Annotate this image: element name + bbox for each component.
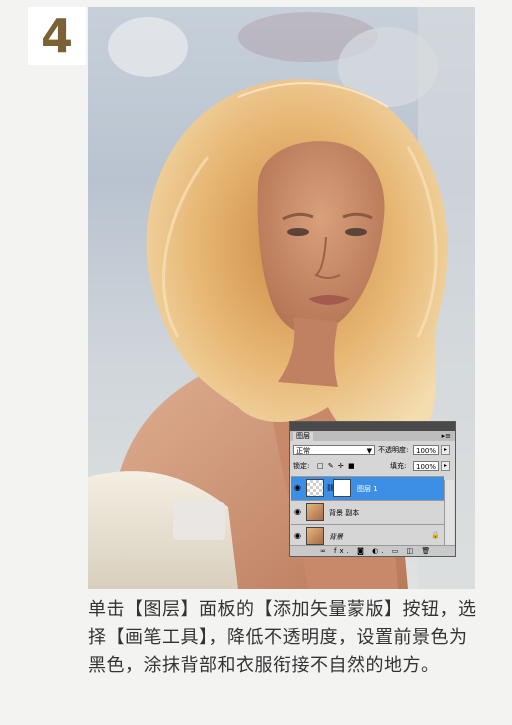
lock-icon: 🔒	[431, 531, 440, 539]
panel-menu-icon[interactable]: ▸≡	[442, 431, 451, 441]
lock-label: 锁定:	[293, 462, 310, 470]
layer-row-1[interactable]: ◉ ⛓ 图层 1	[291, 476, 444, 500]
blend-mode-select[interactable]: 正常 ▼	[293, 445, 375, 455]
instruction-caption: 单击【图层】面板的【添加矢量蒙版】按钮，选择【画笔工具】，降低不透明度，设置前景…	[88, 599, 477, 676]
mask-thumbnail[interactable]	[333, 479, 351, 497]
fill-field[interactable]: 100%	[413, 461, 439, 471]
step-number-badge: 4	[28, 7, 86, 65]
panel-action-icons[interactable]: ∞ fx. ◙ ◐. ▭ ◫ 🗑	[320, 546, 433, 556]
eye-icon[interactable]: ◉	[294, 532, 304, 540]
layer-thumbnail	[306, 503, 324, 521]
panel-bottom-bar: ∞ fx. ◙ ◐. ▭ ◫ 🗑	[290, 545, 455, 556]
layer-row-3[interactable]: ◉ 背景 🔒	[291, 524, 444, 546]
layer-thumbnail	[306, 479, 324, 497]
opacity-field[interactable]: 100%	[413, 445, 439, 455]
blend-mode-value: 正常	[296, 447, 310, 455]
eye-icon[interactable]: ◉	[294, 508, 304, 516]
opacity-label: 不透明度:	[378, 446, 409, 454]
layers-scrollbar[interactable]	[444, 480, 454, 551]
step-number: 4	[40, 9, 73, 63]
fill-value: 100%	[416, 463, 437, 471]
fill-arrow-icon[interactable]: ▸	[441, 461, 450, 471]
eye-icon[interactable]: ◉	[294, 484, 304, 492]
tab-layers[interactable]: 图层	[293, 432, 313, 441]
opacity-arrow-icon[interactable]: ▸	[441, 445, 450, 455]
opacity-value: 100%	[416, 447, 437, 455]
chevron-down-icon: ▼	[366, 447, 372, 455]
layers-panel: 图层 ▸≡ 正常 ▼ 不透明度: 100% ▸ 锁定: □ ✎ ✛ ■ 填充: …	[289, 421, 456, 557]
lock-icons[interactable]: □ ✎ ✛ ■	[317, 461, 356, 471]
layer-name: 背景 副本	[329, 509, 360, 517]
fill-label: 填充:	[390, 462, 407, 470]
panel-title-bar[interactable]	[290, 422, 455, 431]
layer-row-2[interactable]: ◉ 背景 副本	[291, 500, 444, 524]
layer-thumbnail	[306, 527, 324, 545]
layer-name: 图层 1	[357, 485, 378, 493]
